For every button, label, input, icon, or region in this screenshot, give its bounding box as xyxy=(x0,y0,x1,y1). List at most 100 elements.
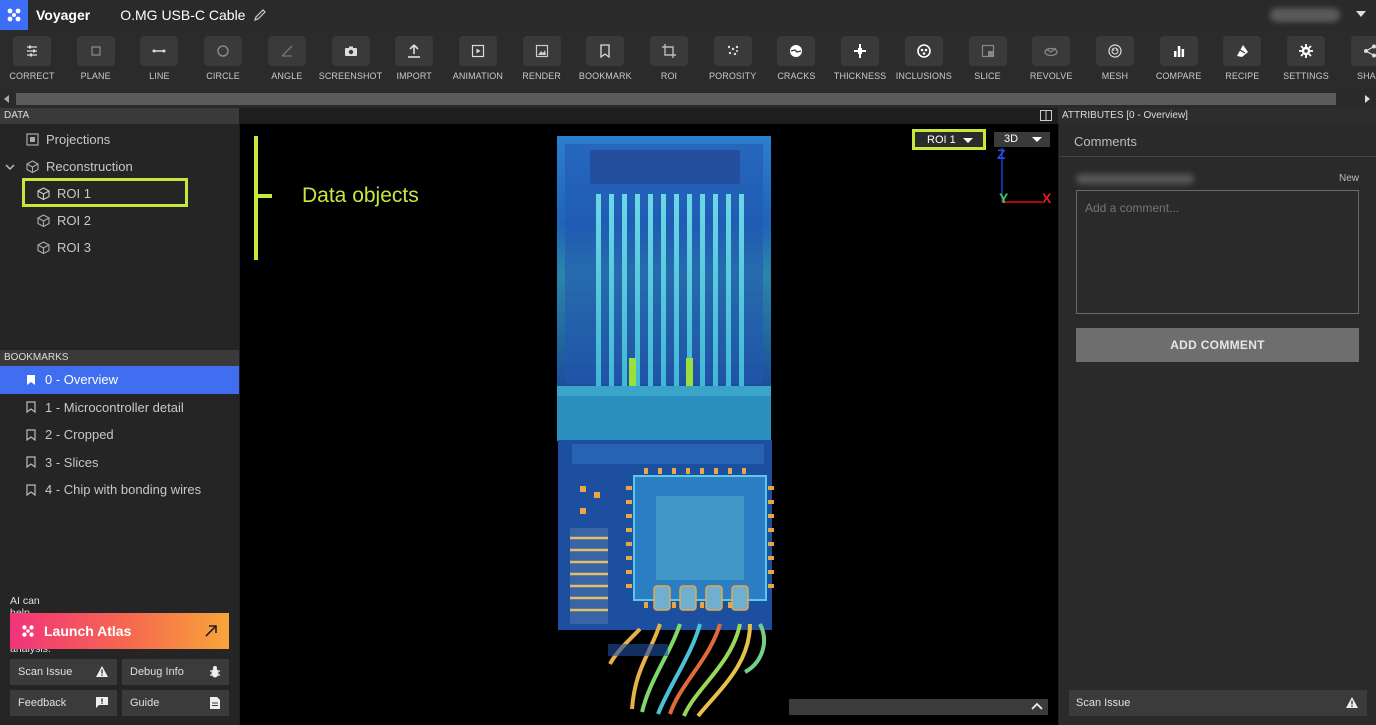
tool-button[interactable] xyxy=(140,36,179,66)
guide-label: Guide xyxy=(130,697,160,709)
scan-issue-button-right[interactable]: Scan Issue xyxy=(1069,690,1367,716)
tool-compare[interactable]: COMPARE xyxy=(1147,36,1211,86)
tool-label: SHAR xyxy=(1356,71,1376,81)
tool-button[interactable] xyxy=(522,36,561,66)
tool-porosity[interactable]: POROSITY xyxy=(701,36,765,86)
tool-revolve[interactable]: REVOLVE xyxy=(1019,36,1083,86)
chevron-down-icon[interactable] xyxy=(5,162,15,172)
roi-1-highlight-box xyxy=(22,178,188,207)
edit-pencil-icon[interactable] xyxy=(253,8,267,22)
tool-button[interactable] xyxy=(13,36,51,66)
tool-mesh[interactable]: MESH xyxy=(1083,36,1147,86)
tool-button[interactable] xyxy=(777,36,816,66)
tool-label: REVOLVE xyxy=(1029,71,1073,81)
cable-wires xyxy=(608,623,766,718)
user-menu[interactable] xyxy=(1270,8,1340,22)
tool-label: ROI xyxy=(660,71,678,81)
scrollbar-thumb[interactable] xyxy=(16,93,1336,105)
tool-correct[interactable]: CORRECT xyxy=(0,36,64,86)
guide-button[interactable]: Guide xyxy=(122,690,229,716)
tool-button[interactable] xyxy=(1032,36,1071,66)
bookmark-icon xyxy=(26,456,36,469)
tool-recipe[interactable]: RECIPE xyxy=(1210,36,1274,86)
tool-button[interactable] xyxy=(904,36,943,66)
bookmark-item-chip[interactable]: 4 - Chip with bonding wires xyxy=(0,476,239,504)
tool-button[interactable] xyxy=(713,36,752,66)
panel-toggle-icon[interactable] xyxy=(1040,110,1052,121)
tool-button[interactable] xyxy=(395,36,434,66)
bookmark-item-microcontroller[interactable]: 1 - Microcontroller detail xyxy=(0,394,239,422)
tool-screenshot[interactable]: SCREENSHOT xyxy=(319,36,383,86)
feedback-button[interactable]: Feedback xyxy=(10,690,117,716)
tool-render[interactable]: RENDER xyxy=(510,36,574,86)
scan-issue-button[interactable]: Scan Issue xyxy=(10,659,117,685)
tool-label: SETTINGS xyxy=(1283,71,1329,81)
tool-roi[interactable]: ROI xyxy=(637,36,701,86)
3d-viewport[interactable]: Data objects ROI 1 3D Z Y X xyxy=(240,124,1058,725)
tool-label: RENDER xyxy=(522,71,561,81)
tool-shar[interactable]: SHAR xyxy=(1338,36,1376,86)
launch-atlas-button[interactable]: Launch Atlas xyxy=(10,613,229,649)
tool-button[interactable] xyxy=(331,36,370,66)
tool-button[interactable] xyxy=(458,36,497,66)
tool-slice[interactable]: SLICE xyxy=(956,36,1020,86)
warning-icon xyxy=(1346,697,1358,708)
tool-inclusions[interactable]: INCLUSIONS xyxy=(892,36,956,86)
coil xyxy=(570,536,608,612)
tool-button[interactable] xyxy=(968,36,1007,66)
tree-item-projections[interactable]: Projections xyxy=(0,126,239,153)
comment-input[interactable] xyxy=(1076,190,1359,314)
timeline-drawer[interactable] xyxy=(789,699,1048,715)
document-title[interactable]: O.MG USB-C Cable xyxy=(120,7,245,23)
tree-item-label: ROI 3 xyxy=(57,240,91,255)
tree-item-roi-3[interactable]: ROI 3 xyxy=(0,234,239,261)
chevron-up-icon[interactable] xyxy=(1031,701,1043,711)
tool-thickness[interactable]: THICKNESS xyxy=(828,36,892,86)
tool-button[interactable] xyxy=(76,36,115,66)
bookmark-icon xyxy=(26,401,36,414)
scroll-right-icon[interactable] xyxy=(1365,95,1370,103)
tool-button[interactable] xyxy=(267,36,306,66)
tool-button[interactable] xyxy=(1095,36,1134,66)
tool-button[interactable] xyxy=(586,36,625,66)
add-comment-button[interactable]: ADD COMMENT xyxy=(1076,328,1359,362)
cube-icon xyxy=(37,214,50,227)
title-bar: Voyager O.MG USB-C Cable xyxy=(0,0,1376,30)
toolbar-scrollbar[interactable] xyxy=(0,90,1376,108)
tree-item-reconstruction[interactable]: Reconstruction xyxy=(0,153,239,180)
tool-import[interactable]: IMPORT xyxy=(382,36,446,86)
tool-button[interactable] xyxy=(1159,36,1198,66)
tool-animation[interactable]: ANIMATION xyxy=(446,36,510,86)
view-mode-dropdown[interactable]: 3D xyxy=(994,132,1050,147)
tool-bookmark[interactable]: BOOKMARK xyxy=(573,36,637,86)
tool-button[interactable] xyxy=(1287,36,1325,66)
tool-button[interactable] xyxy=(650,36,688,66)
tool-angle[interactable]: ANGLE xyxy=(255,36,319,86)
tool-label: CRACKS xyxy=(777,71,816,81)
roi-dropdown[interactable]: ROI 1 xyxy=(912,129,986,150)
tool-button[interactable] xyxy=(1350,36,1376,66)
projections-icon xyxy=(26,133,39,146)
bookmark-item-cropped[interactable]: 2 - Cropped xyxy=(0,421,239,449)
tool-button[interactable] xyxy=(1223,36,1262,66)
debug-info-button[interactable]: Debug Info xyxy=(122,659,229,685)
tool-cracks[interactable]: CRACKS xyxy=(764,36,828,86)
tool-label: PLANE xyxy=(80,71,111,81)
tool-line[interactable]: LINE xyxy=(127,36,191,86)
tool-button[interactable] xyxy=(841,36,880,66)
comment-author xyxy=(1076,174,1194,184)
tool-button[interactable] xyxy=(204,36,243,66)
tool-circle[interactable]: CIRCLE xyxy=(191,36,255,86)
bookmark-item-overview[interactable]: 0 - Overview xyxy=(0,366,239,394)
app-name: Voyager xyxy=(36,7,91,23)
tree-item-roi-2[interactable]: ROI 2 xyxy=(0,207,239,234)
attributes-header: ATTRIBUTES [0 - Overview] xyxy=(1058,108,1376,124)
bookmark-label: 0 - Overview xyxy=(45,372,118,388)
scroll-left-icon[interactable] xyxy=(4,95,9,103)
bookmark-item-slices[interactable]: 3 - Slices xyxy=(0,449,239,477)
app-logo[interactable] xyxy=(0,0,28,30)
tool-settings[interactable]: SETTINGS xyxy=(1274,36,1338,86)
chevron-down-icon[interactable] xyxy=(1356,11,1366,17)
recipe-icon xyxy=(1237,45,1249,57)
tool-plane[interactable]: PLANE xyxy=(64,36,128,86)
